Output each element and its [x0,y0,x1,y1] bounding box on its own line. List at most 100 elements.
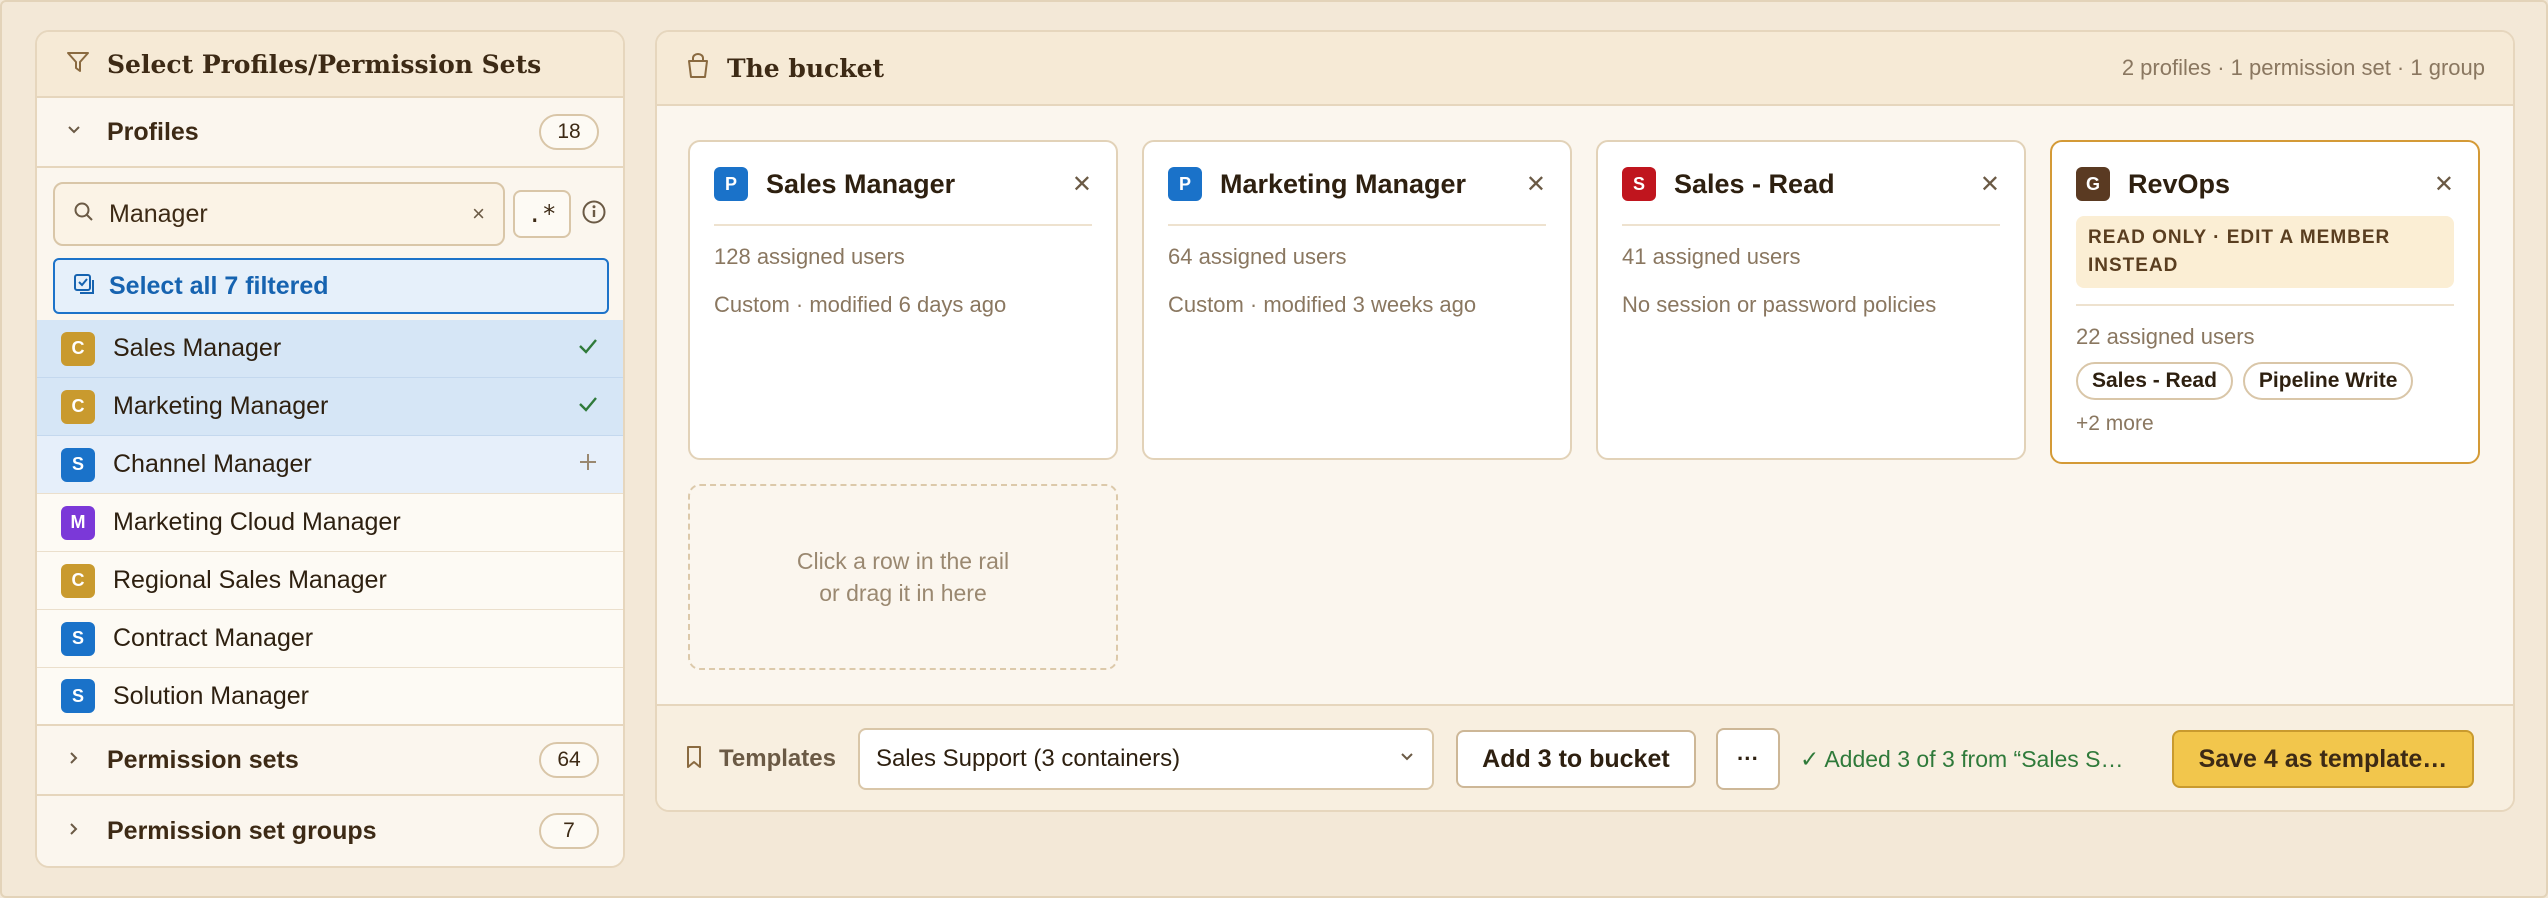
chevron-down-icon [1398,745,1416,773]
card-title: Marketing Manager [1220,168,1467,199]
custom-badge: C [61,563,95,598]
close-icon[interactable]: ✕ [1072,170,1092,199]
standard-badge: S [61,679,95,713]
profile-badge: P [1168,167,1202,201]
list-item-label: Regional Sales Manager [113,566,387,594]
status-message: ✓ Added 3 of 3 from “Sales Support” [1799,745,2130,772]
add-to-bucket-button[interactable]: Add 3 to bucket [1455,730,1696,788]
more-members-link[interactable]: +2 more [2076,412,2454,436]
list-item[interactable]: C Regional Sales Manager [37,552,623,610]
divider [1622,224,2000,226]
bucket-card: P Marketing Manager ✕ 64 assigned users … [1142,140,1572,460]
bucket-panel: The bucket 2 profiles · 1 permission set… [655,30,2515,812]
select-all-label: Select all 7 filtered [109,271,329,300]
search-value: Manager [109,199,208,228]
drop-zone-line-1: Click a row in the rail [796,548,1010,574]
list-item-label: Channel Manager [113,450,312,478]
card-detail: Custom · modified 6 days ago [714,292,1007,317]
more-options-button[interactable]: ··· [1715,728,1780,790]
assigned-users: 128 assigned users [714,244,905,269]
bucket-card: P Sales Manager ✕ 128 assigned users Cus… [688,140,1118,460]
divider [2076,304,2454,306]
permission-set-groups-count-badge: 7 [539,813,599,849]
profiles-count-badge: 18 [539,114,599,150]
group-badge: G [2076,167,2110,201]
chevron-right-icon [65,749,83,772]
card-title: Sales Manager [766,168,956,199]
member-chip[interactable]: Sales - Read [2076,362,2233,400]
list-item[interactable]: C Marketing Manager [37,378,623,436]
permission-set-groups-section-toggle[interactable]: Permission set groups 7 [37,796,623,866]
list-item[interactable]: S Channel Manager [37,436,623,494]
bucket-summary: 2 profiles · 1 permission set · 1 group [2121,55,2485,80]
assigned-users: 64 assigned users [1168,244,1347,269]
search-input[interactable]: Manager × [53,182,505,246]
card-detail: No session or password policies [1622,292,1937,317]
permission-sets-section-label: Permission sets [107,745,299,774]
filter-icon [65,49,91,80]
info-icon[interactable] [581,199,607,230]
chevron-right-icon [65,820,83,843]
list-item-label: Marketing Cloud Manager [113,508,401,536]
drop-zone[interactable]: Click a row in the rail or drag it in he… [688,484,1118,670]
bucket-card: S Sales - Read ✕ 41 assigned users No se… [1596,140,2026,460]
custom-badge: C [61,331,95,366]
search-area: Manager × .* Select all 7 filtered [37,168,623,320]
template-select-value: Sales Support (3 containers) [875,745,1181,772]
bucket-card-group: G RevOps ✕ READ ONLY · EDIT A MEMBER INS… [2050,140,2480,464]
close-icon[interactable]: ✕ [1980,170,2000,199]
bucket-icon [685,52,711,85]
list-item[interactable]: C Sales Manager [37,320,623,378]
permission-set-badge: S [1622,167,1656,201]
card-title: RevOps [2128,168,2231,199]
custom-badge: C [61,389,95,424]
list-item[interactable]: S Contract Manager [37,610,623,668]
list-item-label: Sales Manager [113,334,282,362]
templates-label: Templates [719,745,836,772]
member-chips: Sales - Read Pipeline Write [2076,362,2454,400]
profiles-section-toggle[interactable]: Profiles 18 [37,98,623,168]
plus-icon[interactable] [577,451,599,478]
read-only-note: READ ONLY · EDIT A MEMBER INSTEAD [2076,216,2454,288]
permission-sets-count-badge: 64 [539,742,599,778]
card-detail: Custom · modified 3 weeks ago [1168,292,1477,317]
save-as-template-button[interactable]: Save 4 as template… [2171,730,2474,788]
close-icon[interactable]: ✕ [2434,170,2454,199]
profile-list: C Sales Manager C Marketing Manager S Ch… [37,320,623,726]
list-item[interactable]: M Marketing Cloud Manager [37,494,623,552]
assigned-users: 41 assigned users [1622,244,1801,269]
profile-badge: P [714,167,748,201]
drop-zone-line-2: or drag it in here [819,580,987,606]
standard-badge: S [61,447,95,482]
permission-sets-section-toggle[interactable]: Permission sets 64 [37,726,623,796]
select-all-filtered-button[interactable]: Select all 7 filtered [53,258,609,314]
standard-badge: S [61,621,95,656]
member-chip[interactable]: Pipeline Write [2242,362,2414,400]
divider [1168,224,1546,226]
assigned-users: 22 assigned users [2076,324,2255,349]
list-item[interactable]: S Solution Manager [37,668,623,726]
chevron-down-icon [65,121,83,144]
close-icon[interactable]: ✕ [1526,170,1546,199]
list-item-label: Solution Manager [113,681,309,710]
checkmark-icon [577,393,599,420]
clear-search-icon[interactable]: × [472,201,485,227]
templates-footer: Templates Sales Support (3 containers) A… [657,704,2513,810]
permission-set-groups-section-label: Permission set groups [107,816,377,845]
divider [714,224,1092,226]
search-icon [73,201,95,228]
bucket-title: The bucket [727,53,885,83]
regex-toggle-button[interactable]: .* [513,190,571,238]
list-item-label: Contract Manager [113,624,314,652]
rail-title: Select Profiles/Permission Sets [107,49,542,79]
select-all-icon [73,273,95,300]
marketing-badge: M [61,505,95,540]
rail-header: Select Profiles/Permission Sets [37,32,623,98]
profiles-section-label: Profiles [107,117,199,146]
checkmark-icon [577,335,599,362]
selection-rail: Select Profiles/Permission Sets Profiles… [35,30,625,868]
template-select[interactable]: Sales Support (3 containers) [857,728,1434,790]
bucket-header: The bucket 2 profiles · 1 permission set… [657,32,2513,106]
card-title: Sales - Read [1674,168,1835,199]
bookmark-icon [685,745,703,774]
